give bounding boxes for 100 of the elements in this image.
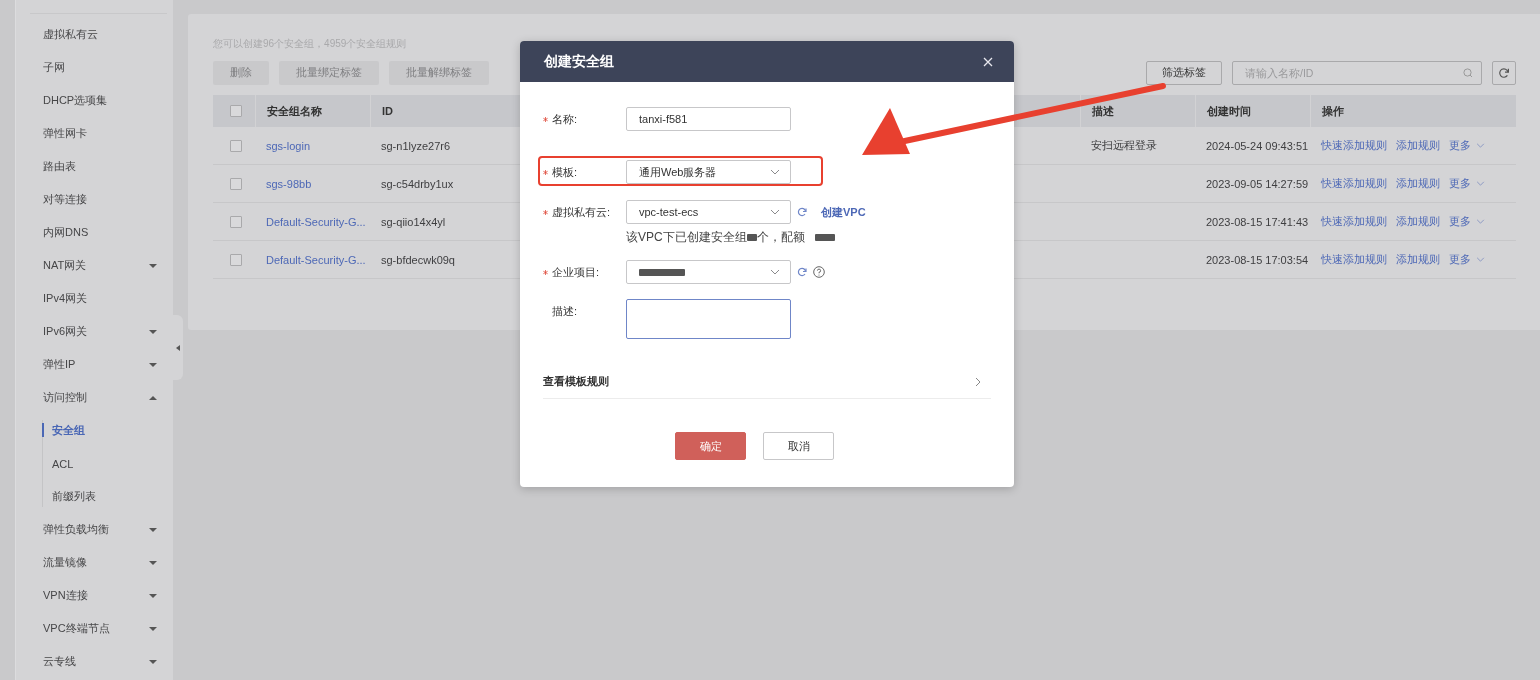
search-icon (1463, 68, 1473, 78)
column-header: 安全组名称 (255, 95, 370, 127)
select-all-checkbox[interactable] (230, 105, 242, 117)
sidebar-item[interactable]: NAT网关 (16, 249, 173, 282)
sidebar-item[interactable]: 弹性网卡 (16, 117, 173, 150)
chevron-right-icon (975, 376, 981, 387)
close-button[interactable] (982, 55, 994, 68)
sidebar-item[interactable]: 内网DNS (16, 216, 173, 249)
sidebar-item[interactable]: IPv6网关 (16, 315, 173, 348)
table-cell-text: sg-bfdecwk09q (380, 253, 456, 266)
group-name-link[interactable]: sgs-login (255, 139, 311, 152)
group-name-link[interactable]: Default-Security-G... (255, 253, 366, 266)
group-name-link[interactable]: Default-Security-G... (255, 215, 366, 228)
template-rules-row[interactable]: 查看模板规则 (543, 365, 991, 399)
action-link[interactable]: 添加规则 (1396, 214, 1440, 229)
sidebar-item[interactable]: DHCP选项集 (16, 84, 173, 117)
caret-down-icon (149, 658, 157, 665)
sidebar-item[interactable]: 云专线 (16, 645, 173, 678)
row-checkbox[interactable] (230, 215, 242, 228)
hint-text: 个，配额 (756, 229, 805, 246)
field-label: 企业项目: (552, 265, 600, 280)
table-cell-text: 2023-08-15 17:41:43 (1205, 215, 1310, 228)
sidebar-subitem[interactable]: ACL (16, 447, 173, 480)
chevron-down-icon (770, 209, 780, 215)
row-checkbox[interactable] (230, 177, 242, 190)
action-link[interactable]: 快速添加规则 (1321, 176, 1387, 191)
table-cell-text: sg-c54drby1ux (380, 177, 455, 190)
field-label: 虚拟私有云: (552, 205, 611, 220)
sidebar-item[interactable]: 弹性IP (16, 348, 173, 381)
group-name-link[interactable]: sgs-98bb (255, 177, 312, 190)
field-label: 名称: (552, 112, 578, 127)
refresh-icon[interactable] (797, 207, 807, 217)
table-cell-text: 2023-09-05 14:27:59 (1205, 177, 1310, 190)
action-link[interactable]: 快速添加规则 (1321, 252, 1387, 267)
caret-down-icon (149, 328, 157, 335)
action-link[interactable]: 添加规则 (1396, 176, 1440, 191)
collapse-handle[interactable] (173, 315, 183, 380)
description-field[interactable] (626, 299, 791, 339)
caret-down-icon (149, 559, 157, 566)
table-cell-text: sg-n1lyze27r6 (380, 139, 452, 152)
close-icon (982, 55, 994, 68)
more-link[interactable]: 更多 (1449, 138, 1485, 153)
caret-down-icon (149, 625, 157, 632)
sidebar-item[interactable]: 虚拟私有云 (16, 18, 173, 51)
action-link[interactable]: 快速添加规则 (1321, 138, 1387, 153)
hint-text: 该VPC下已创建安全组 (626, 229, 747, 246)
table-cell-text: sg-qiio14x4yl (380, 215, 447, 228)
caret-up-icon (149, 394, 157, 401)
more-link[interactable]: 更多 (1449, 176, 1485, 191)
sidebar-item[interactable]: VPC终端节点 (16, 612, 173, 645)
dialog-title: 创建安全组 (544, 52, 614, 71)
refresh-icon[interactable] (797, 267, 807, 277)
chevron-down-icon (1476, 257, 1485, 262)
sidebar-item[interactable]: 路由表 (16, 150, 173, 183)
redaction-mark (746, 234, 757, 241)
sidebar-item[interactable]: IPv4网关 (16, 282, 173, 315)
sidebar-item[interactable]: 对等连接 (16, 183, 173, 216)
caret-down-icon (149, 526, 157, 533)
column-header: 创建时间 (1195, 95, 1310, 127)
more-link[interactable]: 更多 (1449, 252, 1485, 267)
sidebar-item[interactable]: 子网 (16, 51, 173, 84)
chevron-down-icon (770, 169, 780, 175)
redaction-mark (814, 234, 835, 241)
action-link[interactable]: 添加规则 (1396, 138, 1440, 153)
column-header: 描述 (1080, 95, 1195, 127)
chevron-down-icon (770, 269, 780, 275)
action-link[interactable]: 添加规则 (1396, 252, 1440, 267)
filter-tags-button[interactable]: 筛选标签 (1146, 61, 1222, 85)
cancel-button[interactable]: 取消 (763, 432, 834, 460)
caret-down-icon (149, 262, 157, 269)
chevron-down-icon (1476, 143, 1485, 148)
column-header: 操作 (1310, 95, 1516, 127)
caret-down-icon (149, 361, 157, 368)
sidebar-subitem[interactable]: 前缀列表 (16, 480, 173, 513)
row-checkbox[interactable] (230, 253, 242, 266)
sidebar-subitem[interactable]: 安全组 (16, 414, 173, 447)
chevron-down-icon (1476, 181, 1485, 186)
caret-down-icon (149, 592, 157, 599)
sidebar-item[interactable]: 访问控制 (16, 381, 173, 414)
help-icon[interactable] (813, 266, 825, 278)
row-checkbox[interactable] (230, 139, 242, 152)
sidebar-item[interactable]: VPN连接 (16, 579, 173, 612)
action-link[interactable]: 快速添加规则 (1321, 214, 1387, 229)
confirm-button[interactable]: 确定 (675, 432, 746, 460)
sidebar-item[interactable]: 流量镜像 (16, 546, 173, 579)
chevron-down-icon (1476, 219, 1485, 224)
refresh-icon (1498, 67, 1510, 79)
name-input[interactable]: tanxi-f581 (626, 107, 791, 131)
create-vpc-link[interactable]: 创建VPC (821, 204, 866, 220)
refresh-button[interactable] (1492, 61, 1516, 85)
table-cell-text: 安扫远程登录 (1090, 138, 1158, 153)
select-field[interactable] (626, 260, 791, 284)
sidebar-item[interactable]: 弹性负载均衡 (16, 513, 173, 546)
field-label: 模板: (552, 165, 578, 180)
select-field[interactable]: 通用Web服务器 (626, 160, 791, 184)
table-cell-text: 2024-05-24 09:43:51 (1205, 139, 1310, 152)
more-link[interactable]: 更多 (1449, 214, 1485, 229)
select-field[interactable]: vpc-test-ecs (626, 200, 791, 224)
table-cell-text: 2023-08-15 17:03:54 (1205, 253, 1310, 266)
field-label: 描述: (552, 304, 578, 319)
